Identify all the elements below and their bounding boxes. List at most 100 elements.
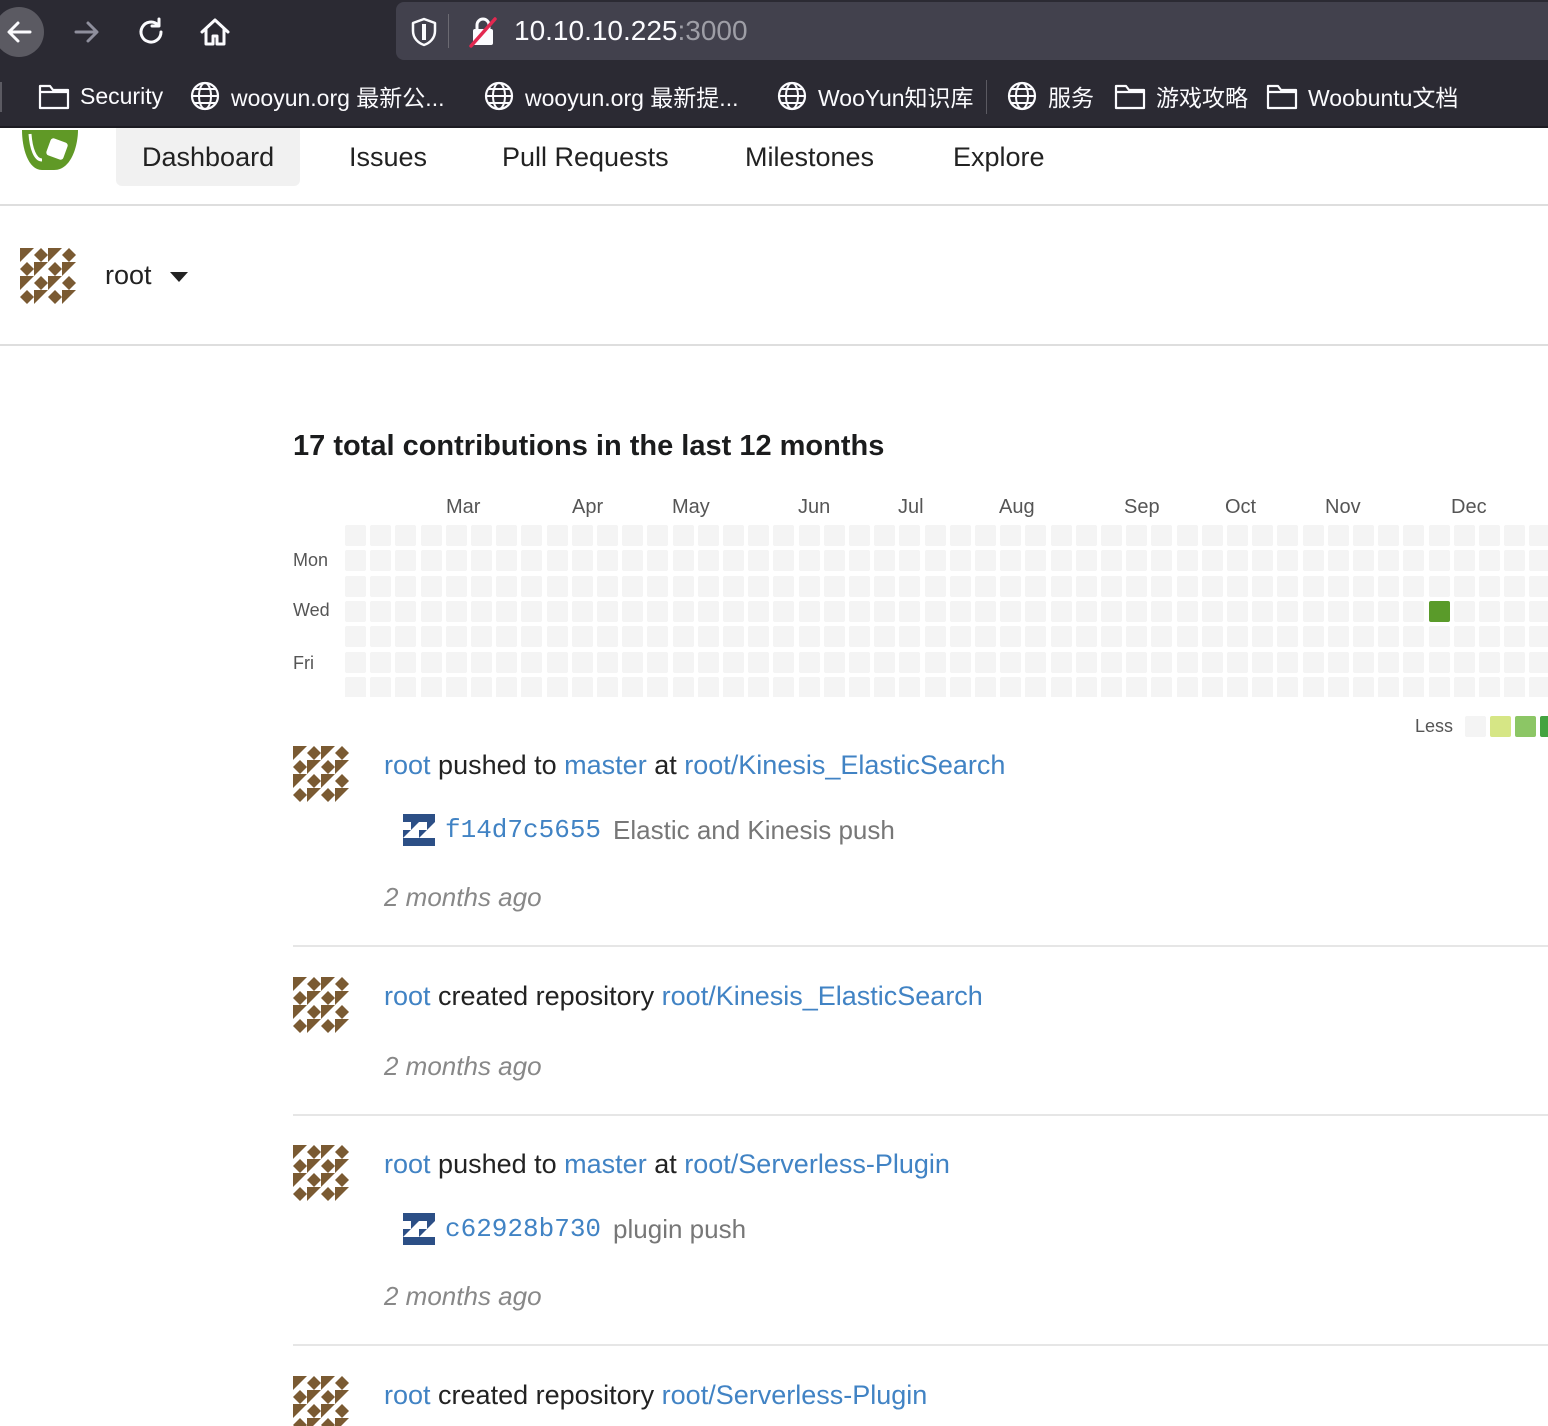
heatmap-cell: [445, 651, 467, 673]
feed-branch-link[interactable]: master: [564, 1149, 647, 1179]
heatmap-day: Fri: [293, 653, 314, 673]
heatmap-cell: [1327, 525, 1349, 546]
heatmap-cell: [1126, 600, 1148, 622]
bookmark-security[interactable]: Security: [38, 78, 163, 114]
context-user-switch[interactable]: root: [0, 206, 1548, 346]
heatmap-cell: [1428, 575, 1450, 597]
heatmap-cell: [1252, 626, 1274, 648]
context-username[interactable]: root: [105, 260, 152, 291]
commit-sha-link[interactable]: c62928b730: [445, 1214, 601, 1244]
heatmap-cell: [798, 550, 820, 572]
forward-button[interactable]: [62, 7, 112, 57]
heatmap-cell: [345, 575, 366, 597]
feed-user-link[interactable]: root: [384, 1380, 431, 1410]
heatmap-month: Jul: [898, 496, 924, 518]
feed-repo-link[interactable]: root/Kinesis_ElasticSearch: [662, 981, 983, 1011]
bookmark-wooyun-latest-submit[interactable]: wooyun.org 最新提...: [483, 78, 738, 114]
heatmap-cell: [697, 550, 719, 572]
heatmap-cell: [496, 550, 518, 572]
feed-repo-link[interactable]: root/Serverless-Plugin: [662, 1380, 928, 1410]
heatmap-cell: [1025, 676, 1047, 697]
heatmap-cell: [672, 600, 694, 622]
heatmap-cell: [874, 651, 896, 673]
heatmap-cell: [496, 676, 518, 697]
shield-icon[interactable]: [410, 17, 438, 47]
address-bar[interactable]: 10.10.10.225:3000: [396, 2, 1548, 60]
heatmap-cell: [899, 626, 921, 648]
feed-repo-link[interactable]: root/Serverless-Plugin: [684, 1149, 950, 1179]
heatmap-cell: [370, 600, 392, 622]
heatmap-cell: [1277, 651, 1299, 673]
heatmap-day: Wed: [293, 600, 330, 620]
heatmap-cell: [571, 600, 593, 622]
bookmark-services[interactable]: 服务: [1006, 78, 1094, 114]
heatmap-cell: [1000, 550, 1022, 572]
heatmap-cell: [420, 600, 442, 622]
feed-user-link[interactable]: root: [384, 981, 431, 1011]
feed-user-link[interactable]: root: [384, 750, 431, 780]
heatmap-cell: [546, 575, 568, 597]
insecure-lock-icon[interactable]: [468, 16, 498, 48]
bookmark-wooyun-knowledge[interactable]: WooYun知识库: [776, 78, 974, 114]
heatmap-cell: [597, 525, 618, 546]
heatmap-cell: [773, 550, 795, 572]
heatmap-cell: [1101, 626, 1122, 648]
feed-action: created repository: [438, 1380, 655, 1410]
heatmap-cell: [1101, 600, 1122, 622]
heatmap-cell: [723, 525, 744, 546]
heatmap-cell: [597, 575, 618, 597]
nav-issues[interactable]: Issues: [323, 128, 453, 186]
feed-time: 2 months ago: [384, 1281, 542, 1311]
gitea-logo-icon[interactable]: [20, 128, 80, 172]
bookmark-wooyun-latest-public[interactable]: wooyun.org 最新公...: [189, 78, 444, 114]
heatmap-cell: [1453, 676, 1475, 697]
heatmap-cell: [1479, 550, 1500, 572]
heatmap-cell: [1403, 676, 1425, 697]
heatmap-cell: [496, 525, 518, 546]
heatmap-day: Mon: [293, 550, 329, 570]
feed-branch-link[interactable]: master: [564, 750, 647, 780]
heatmap-cell: [949, 626, 971, 648]
heatmap-cell: [1101, 575, 1122, 597]
bookmarks-divider: [986, 80, 987, 114]
heatmap-cell: [1050, 651, 1072, 673]
url-text[interactable]: 10.10.10.225:3000: [514, 15, 748, 47]
heatmap-cell: [370, 626, 392, 648]
feed-repo-link[interactable]: root/Kinesis_ElasticSearch: [684, 750, 1005, 780]
heatmap-cell: [949, 550, 971, 572]
feed-title: root pushed to master at root/Kinesis_El…: [384, 750, 1005, 781]
heatmap-month: Nov: [1325, 496, 1361, 518]
heatmap-cell: [1353, 676, 1374, 697]
heatmap-month: Oct: [1225, 496, 1257, 518]
heatmap-cell: [949, 600, 971, 622]
heatmap-cell: [975, 550, 996, 572]
commit-sha-link[interactable]: f14d7c5655: [445, 815, 601, 845]
back-button[interactable]: [0, 7, 44, 57]
feed-user-link[interactable]: root: [384, 1149, 431, 1179]
nav-pull-requests[interactable]: Pull Requests: [476, 128, 695, 186]
heatmap-cell: [1302, 676, 1324, 697]
heatmap-cell: [899, 651, 921, 673]
home-button[interactable]: [190, 7, 240, 57]
feed-divider: [293, 1114, 1548, 1116]
heatmap-cell: [395, 525, 417, 546]
heatmap-cell: [798, 626, 820, 648]
heatmap-cell: [1126, 550, 1148, 572]
reload-button[interactable]: [126, 7, 176, 57]
caret-down-icon[interactable]: [170, 272, 188, 282]
heatmap-cell: [924, 626, 946, 648]
bookmark-woobuntu-docs[interactable]: Woobuntu文档: [1266, 78, 1458, 114]
heatmap-cell: [849, 600, 870, 622]
heatmap-cell: [1101, 651, 1122, 673]
nav-milestones[interactable]: Milestones: [719, 128, 900, 186]
heatmap-cell: [874, 676, 896, 697]
heatmap-cell: [697, 626, 719, 648]
heatmap-cell: [1201, 626, 1223, 648]
heatmap-cell: [420, 525, 442, 546]
heatmap-cell: [773, 575, 795, 597]
bookmark-game-guides[interactable]: 游戏攻略: [1114, 78, 1248, 114]
nav-explore[interactable]: Explore: [927, 128, 1071, 186]
heatmap-cell: [1277, 525, 1299, 546]
nav-dashboard[interactable]: Dashboard: [116, 128, 301, 186]
heatmap-cell: [1378, 626, 1400, 648]
